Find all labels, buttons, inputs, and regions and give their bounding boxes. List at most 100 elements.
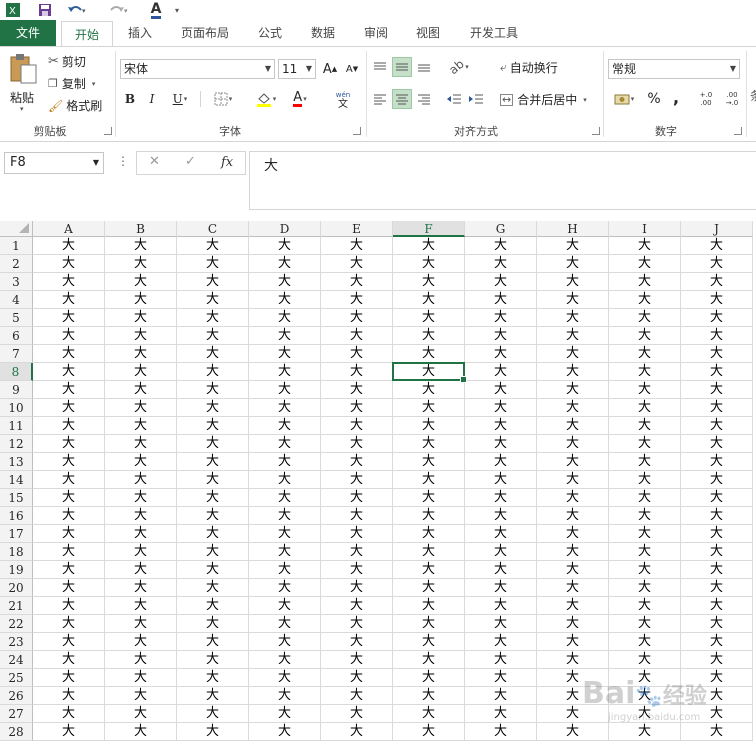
cell-g27[interactable]: 大 [465,705,537,723]
cell-d4[interactable]: 大 [249,291,321,309]
cell-d15[interactable]: 大 [249,489,321,507]
cell-b16[interactable]: 大 [105,507,177,525]
cell-c3[interactable]: 大 [177,273,249,291]
cell-d11[interactable]: 大 [249,417,321,435]
accounting-dropdown-icon[interactable]: ▾ [631,95,635,103]
cell-a2[interactable]: 大 [33,255,105,273]
cell-d18[interactable]: 大 [249,543,321,561]
cell-f19[interactable]: 大 [393,561,465,579]
cell-h22[interactable]: 大 [537,615,609,633]
tab-data[interactable]: 数据 [301,20,345,46]
align-right-button[interactable] [414,89,434,109]
fill-color-dropdown-icon[interactable]: ▾ [273,95,277,103]
cell-e23[interactable]: 大 [321,633,393,651]
cell-f16[interactable]: 大 [393,507,465,525]
cell-d16[interactable]: 大 [249,507,321,525]
cell-i18[interactable]: 大 [609,543,681,561]
cell-f2[interactable]: 大 [393,255,465,273]
tab-formulas[interactable]: 公式 [248,20,292,46]
cell-a15[interactable]: 大 [33,489,105,507]
cell-j5[interactable]: 大 [681,309,753,327]
row-header-11[interactable]: 11 [0,417,33,435]
cell-i28[interactable]: 大 [609,723,681,741]
cell-d5[interactable]: 大 [249,309,321,327]
cell-f1[interactable]: 大 [393,237,465,255]
cell-e24[interactable]: 大 [321,651,393,669]
number-dialog-launcher-icon[interactable] [734,127,742,135]
tab-insert[interactable]: 插入 [118,20,162,46]
name-box[interactable]: F8 ▼ [4,152,104,174]
cell-e17[interactable]: 大 [321,525,393,543]
cell-g14[interactable]: 大 [465,471,537,489]
cell-e15[interactable]: 大 [321,489,393,507]
cell-b1[interactable]: 大 [105,237,177,255]
cell-i7[interactable]: 大 [609,345,681,363]
cell-h15[interactable]: 大 [537,489,609,507]
cell-g24[interactable]: 大 [465,651,537,669]
clipboard-dialog-launcher-icon[interactable] [104,127,112,135]
cell-d26[interactable]: 大 [249,687,321,705]
cell-f6[interactable]: 大 [393,327,465,345]
cell-g15[interactable]: 大 [465,489,537,507]
cell-c16[interactable]: 大 [177,507,249,525]
cell-e10[interactable]: 大 [321,399,393,417]
row-header-24[interactable]: 24 [0,651,33,669]
cell-a23[interactable]: 大 [33,633,105,651]
italic-button[interactable]: I [142,89,162,109]
cell-c2[interactable]: 大 [177,255,249,273]
tab-developer[interactable]: 开发工具 [460,20,528,46]
cell-h11[interactable]: 大 [537,417,609,435]
cell-j23[interactable]: 大 [681,633,753,651]
cell-e2[interactable]: 大 [321,255,393,273]
cell-e28[interactable]: 大 [321,723,393,741]
cell-h16[interactable]: 大 [537,507,609,525]
cell-h13[interactable]: 大 [537,453,609,471]
cell-j1[interactable]: 大 [681,237,753,255]
cell-c19[interactable]: 大 [177,561,249,579]
format-painter-button[interactable]: 🖌 格式刷 [48,97,102,114]
column-header-e[interactable]: E [321,221,393,237]
cell-i9[interactable]: 大 [609,381,681,399]
cell-b20[interactable]: 大 [105,579,177,597]
cell-h2[interactable]: 大 [537,255,609,273]
cell-i3[interactable]: 大 [609,273,681,291]
cell-c11[interactable]: 大 [177,417,249,435]
phonetic-button[interactable]: wén 文 [324,87,362,113]
cell-h7[interactable]: 大 [537,345,609,363]
cell-i16[interactable]: 大 [609,507,681,525]
cell-e27[interactable]: 大 [321,705,393,723]
tab-home[interactable]: 开始 [61,21,113,47]
orientation-button[interactable]: ab ▾ [444,57,474,77]
cell-i21[interactable]: 大 [609,597,681,615]
enter-icon[interactable]: ✓ [185,154,196,169]
cell-g28[interactable]: 大 [465,723,537,741]
cell-f18[interactable]: 大 [393,543,465,561]
cell-f3[interactable]: 大 [393,273,465,291]
cell-j6[interactable]: 大 [681,327,753,345]
cell-b9[interactable]: 大 [105,381,177,399]
cell-h5[interactable]: 大 [537,309,609,327]
cell-g7[interactable]: 大 [465,345,537,363]
cell-h20[interactable]: 大 [537,579,609,597]
tab-file[interactable]: 文件 [0,20,56,46]
cell-b18[interactable]: 大 [105,543,177,561]
row-header-27[interactable]: 27 [0,705,33,723]
cell-e9[interactable]: 大 [321,381,393,399]
row-header-12[interactable]: 12 [0,435,33,453]
cell-h3[interactable]: 大 [537,273,609,291]
cell-j8[interactable]: 大 [681,363,753,381]
cell-a16[interactable]: 大 [33,507,105,525]
cell-a25[interactable]: 大 [33,669,105,687]
column-header-j[interactable]: J [681,221,753,237]
cell-c18[interactable]: 大 [177,543,249,561]
font-color-button[interactable]: A ▾ [284,89,316,109]
borders-button[interactable]: ▾ [206,89,240,109]
row-header-13[interactable]: 13 [0,453,33,471]
row-header-18[interactable]: 18 [0,543,33,561]
cell-e25[interactable]: 大 [321,669,393,687]
cell-d23[interactable]: 大 [249,633,321,651]
cell-a22[interactable]: 大 [33,615,105,633]
cell-j7[interactable]: 大 [681,345,753,363]
cell-e22[interactable]: 大 [321,615,393,633]
font-size-dropdown-icon[interactable]: ▼ [306,60,312,78]
